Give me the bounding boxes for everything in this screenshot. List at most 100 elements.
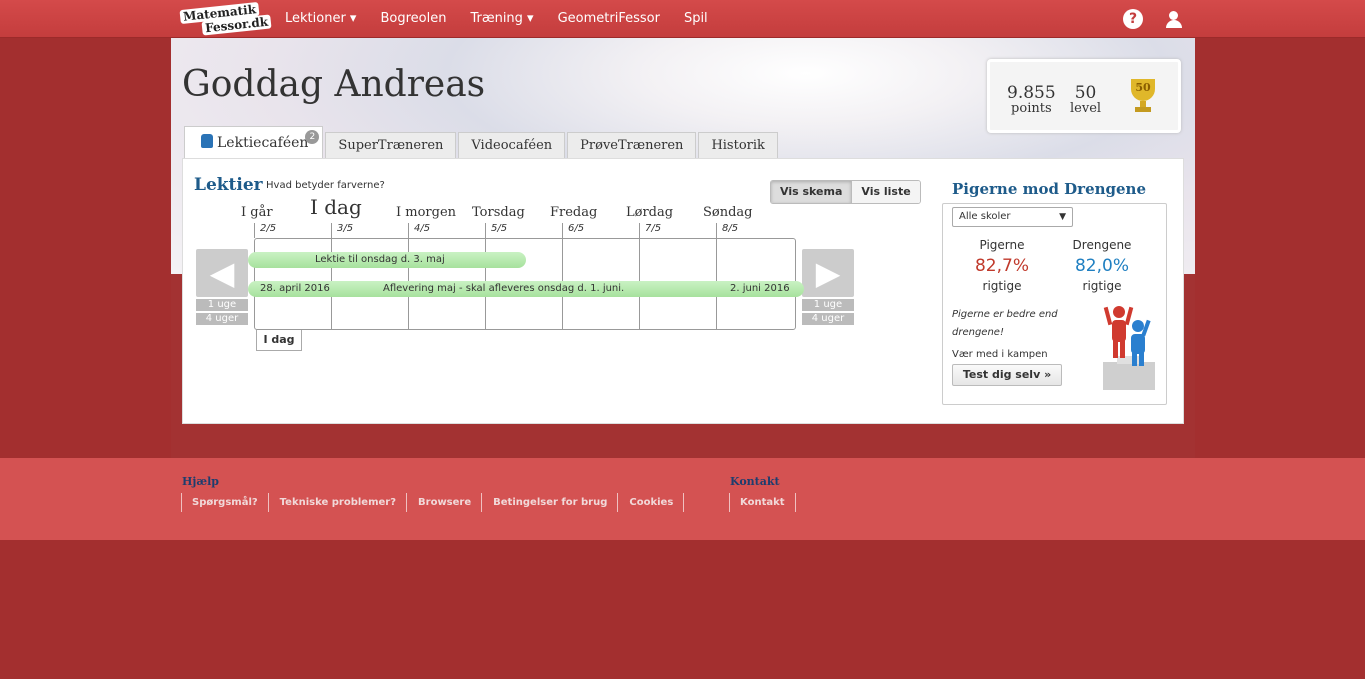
site-logo[interactable]: Matematik Fessor.dk <box>179 1 272 36</box>
view-list-button[interactable]: Vis liste <box>852 181 920 203</box>
assignment-label: Aflevering maj - skal afleveres onsdag d… <box>383 283 625 294</box>
podium-figures-icon <box>1103 306 1155 390</box>
prev-arrow-icon: ◀ <box>209 254 235 292</box>
level-value: 50 <box>1074 83 1097 103</box>
today-button[interactable]: I dag <box>256 330 302 351</box>
girls-correct-label: rigtige <box>982 279 1022 293</box>
date-divider <box>716 223 717 238</box>
points-label: points <box>1011 101 1052 116</box>
footer-link-terms[interactable]: Betingelser for brug <box>483 493 619 512</box>
view-schema-button[interactable]: Vis skema <box>771 181 853 203</box>
trophy-icon: 50 <box>1128 79 1158 115</box>
next-arrow-icon: ▶ <box>815 254 841 292</box>
nav-menu: Lektioner ▾ Bogreolen Træning ▾ Geometri… <box>285 0 732 38</box>
next-week-button[interactable]: 1 uge <box>802 299 854 311</box>
color-help-link[interactable]: Hvad betyder farverne? <box>266 180 385 191</box>
backpack-icon <box>201 134 213 148</box>
nav-lektioner[interactable]: Lektioner ▾ <box>285 0 356 38</box>
date-sunday: 8/5 <box>722 223 739 234</box>
tab-lektiecafeen[interactable]: Lektiecaféen 2 <box>184 126 324 158</box>
nav-bogreolen[interactable]: Bogreolen <box>380 0 446 38</box>
top-navigation: Matematik Fessor.dk Lektioner ▾ Bogreole… <box>0 0 1365 38</box>
boys-correct-label: rigtige <box>1082 279 1122 293</box>
prev-week-button[interactable]: 1 uge <box>196 299 248 311</box>
girls-score: Pigerne 82,7% rigtige <box>962 238 1042 293</box>
date-divider <box>562 223 563 238</box>
girls-vs-boys-title: Pigerne mod Drengene <box>952 180 1147 198</box>
footer-contact-heading: Kontakt <box>730 475 780 488</box>
tab-proevetraeneren[interactable]: PrøveTræneren <box>567 132 697 158</box>
tab-historik[interactable]: Historik <box>698 132 778 158</box>
points-stat: 9.855 points <box>1007 84 1056 116</box>
date-divider <box>485 223 486 238</box>
footer: Hjælp Spørgsmål? Tekniske problemer? Bro… <box>0 458 1365 540</box>
day-sunday: Søndag <box>703 205 753 220</box>
lektier-title: Lektier <box>194 175 263 195</box>
day-saturday: Lørdag <box>626 205 674 220</box>
date-divider <box>639 223 640 238</box>
stats-box: 9.855 points 50 level 50 <box>987 59 1181 133</box>
chevron-down-icon: ▼ <box>1059 212 1066 222</box>
notification-badge: 2 <box>305 130 320 144</box>
view-toggle: Vis skema Vis liste <box>770 180 921 204</box>
level-stat: 50 level <box>1070 84 1101 116</box>
prev-month-button[interactable]: 4 uger <box>196 313 248 325</box>
tab-supertraeneren[interactable]: SuperTræneren <box>325 132 457 158</box>
next-month-button[interactable]: 4 uger <box>802 313 854 325</box>
footer-link-browsers[interactable]: Browsere <box>408 493 483 512</box>
date-tomorrow: 4/5 <box>414 223 431 234</box>
next-arrow-button[interactable]: ▶ <box>802 249 854 297</box>
assignment-start-date: 28. april 2016 <box>260 283 330 294</box>
date-yesterday: 2/5 <box>260 223 277 234</box>
main-container: Goddag Andreas 9.855 points 50 level 50 … <box>171 38 1195 458</box>
footer-link-questions[interactable]: Spørgsmål? <box>181 493 269 512</box>
day-tomorrow: I morgen <box>396 205 457 220</box>
nav-traening[interactable]: Træning ▾ <box>470 0 533 38</box>
footer-contact-links: Kontakt <box>729 493 797 512</box>
result-note: Pigerne er bedre end drengene! <box>952 309 1058 338</box>
prev-arrow-button[interactable]: ◀ <box>196 249 248 297</box>
footer-link-contact[interactable]: Kontakt <box>729 493 796 512</box>
tab-videocafeen[interactable]: Videocaféen <box>458 132 566 158</box>
user-icon[interactable] <box>1165 9 1183 29</box>
points-value: 9.855 <box>1007 83 1056 103</box>
homework-bar-label: Lektie til onsdag d. 3. maj <box>315 254 445 265</box>
page-title: Goddag Andreas <box>182 64 486 105</box>
girls-vs-boys-widget: Alle skoler ▼ Pigerne 82,7% rigtige Dren… <box>942 203 1167 405</box>
school-select[interactable]: Alle skoler ▼ <box>952 207 1073 227</box>
user-icon-head <box>1169 11 1178 20</box>
test-yourself-button[interactable]: Test dig selv » <box>952 364 1062 386</box>
date-thursday: 5/5 <box>491 223 508 234</box>
day-today: I dag <box>310 195 362 219</box>
date-saturday: 7/5 <box>645 223 662 234</box>
join-text: Vær med i kampen <box>952 349 1048 360</box>
nav-spil[interactable]: Spil <box>684 0 708 38</box>
assignment-end-date: 2. juni 2016 <box>730 283 790 294</box>
date-today: 3/5 <box>337 223 354 234</box>
boys-label: Drengene <box>1072 238 1132 252</box>
nav-icons: ? <box>1123 9 1183 29</box>
date-divider <box>254 223 255 238</box>
boys-score: Drengene 82,0% rigtige <box>1062 238 1142 293</box>
day-yesterday: I går <box>241 205 273 220</box>
footer-help-heading: Hjælp <box>182 475 219 488</box>
boys-percent: 82,0% <box>1074 256 1129 276</box>
day-thursday: Torsdag <box>472 205 525 220</box>
school-select-value: Alle skoler <box>959 211 1011 222</box>
trophy-base <box>1135 107 1151 112</box>
date-divider <box>408 223 409 238</box>
footer-link-technical[interactable]: Tekniske problemer? <box>270 493 408 512</box>
footer-link-cookies[interactable]: Cookies <box>619 493 685 512</box>
user-icon-body <box>1166 20 1182 28</box>
girls-percent: 82,7% <box>974 256 1029 276</box>
content-panel: Lektier Hvad betyder farverne? Vis skema… <box>182 158 1184 424</box>
footer-help-links: Spørgsmål? Tekniske problemer? Browsere … <box>181 493 685 512</box>
girls-label: Pigerne <box>979 238 1025 252</box>
nav-geometrifessor[interactable]: GeometriFessor <box>558 0 660 38</box>
level-label: level <box>1070 101 1102 116</box>
tab-lektiecafeen-label: Lektiecaféen <box>217 135 309 151</box>
help-icon[interactable]: ? <box>1123 9 1143 29</box>
homework-bar[interactable]: Lektie til onsdag d. 3. maj <box>248 252 526 268</box>
date-friday: 6/5 <box>568 223 585 234</box>
assignment-bar[interactable]: 28. april 2016 Aflevering maj - skal afl… <box>248 281 804 297</box>
